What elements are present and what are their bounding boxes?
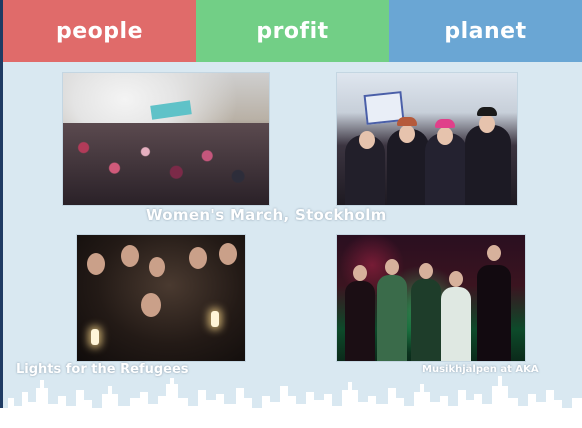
- city-skyline-graphic: [0, 376, 582, 428]
- category-header: people profit planet: [3, 0, 582, 62]
- photo-musikhjalpen: [336, 234, 526, 362]
- person-shape: [441, 287, 471, 361]
- hat-shape: [435, 119, 455, 128]
- banner-shape: [150, 100, 192, 120]
- photo-womens-march-crowd: [62, 72, 270, 206]
- hat-shape: [477, 107, 497, 116]
- person-shape: [411, 279, 441, 361]
- person-shape: [465, 125, 511, 205]
- face-shape: [189, 247, 207, 269]
- face-shape: [487, 245, 501, 261]
- crowd-shape: [63, 123, 269, 205]
- tab-people: people: [3, 0, 196, 62]
- tab-profit: profit: [196, 0, 389, 62]
- tab-planet: planet: [389, 0, 582, 62]
- face-shape: [149, 257, 165, 277]
- face-shape: [87, 253, 105, 275]
- photo-lights-for-refugees: [76, 234, 246, 362]
- face-shape: [479, 115, 495, 133]
- person-shape: [345, 281, 375, 361]
- face-shape: [219, 243, 237, 265]
- face-shape: [141, 293, 161, 317]
- caption-womens-march: Women's March, Stockholm: [146, 206, 387, 224]
- photo-womens-march-group: [336, 72, 518, 206]
- face-shape: [359, 131, 375, 149]
- candle-shape: [91, 329, 99, 345]
- person-shape: [377, 275, 407, 361]
- face-shape: [121, 245, 139, 267]
- candle-shape: [211, 311, 219, 327]
- person-shape: [477, 265, 511, 361]
- face-shape: [449, 271, 463, 287]
- face-shape: [385, 259, 399, 275]
- face-shape: [399, 125, 415, 143]
- face-shape: [437, 127, 453, 145]
- slide: people profit planet Women's March, Stoc…: [0, 0, 582, 428]
- hat-shape: [397, 117, 417, 126]
- face-shape: [353, 265, 367, 281]
- face-shape: [419, 263, 433, 279]
